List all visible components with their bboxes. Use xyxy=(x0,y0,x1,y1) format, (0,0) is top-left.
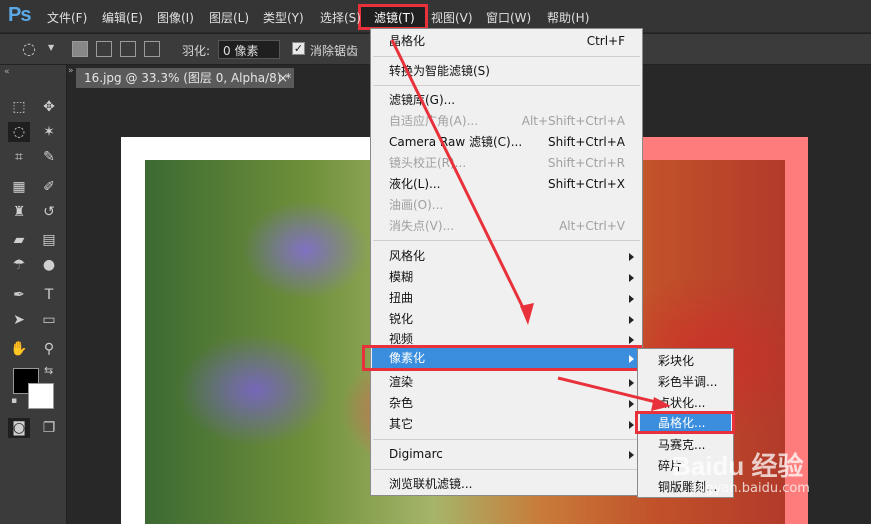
baidu-watermark: Baidu 经验 xyxy=(672,451,804,481)
annotation-arrow-line xyxy=(390,39,530,319)
annotation-arrowhead xyxy=(520,303,534,325)
annotation-arrow-line xyxy=(557,376,665,406)
annotation-arrowhead xyxy=(651,397,671,411)
baidu-watermark-url: jingyan.baidu.com xyxy=(690,481,810,496)
